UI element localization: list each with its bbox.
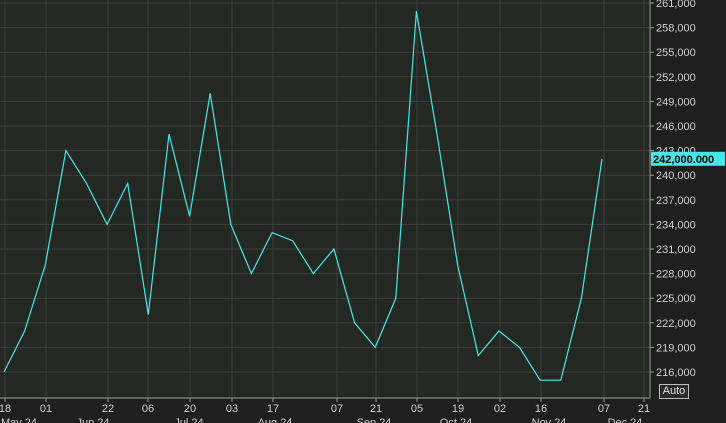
y-tick-label: 255,000	[656, 47, 696, 59]
data-point	[24, 330, 26, 332]
x-tick-label: 19	[452, 403, 464, 415]
x-tick-label: 05	[411, 403, 423, 415]
y-tick-label: 231,000	[656, 244, 696, 256]
data-point	[457, 264, 459, 266]
data-point	[189, 215, 191, 217]
x-tick-label: 17	[267, 403, 279, 415]
y-tick-label: 219,000	[656, 342, 696, 354]
data-point	[477, 355, 479, 357]
data-point	[292, 240, 294, 242]
data-point	[580, 297, 582, 299]
x-tick-label: 22	[102, 403, 114, 415]
data-point	[106, 223, 108, 225]
y-tick-label: 216,000	[656, 367, 696, 379]
x-tick-label: 03	[226, 403, 238, 415]
x-month-label: Nov 24	[532, 417, 567, 423]
data-point	[209, 92, 211, 94]
y-tick-label: 234,000	[656, 219, 696, 231]
y-tick-label: 246,000	[656, 121, 696, 133]
last-value-label: 242,000.000	[653, 154, 714, 166]
x-month-label: Jul 24	[174, 417, 203, 423]
data-point	[539, 379, 541, 381]
x-tick-label: 16	[535, 403, 547, 415]
x-tick-label: 21	[370, 403, 382, 415]
data-point	[65, 150, 67, 152]
y-tick-label: 237,000	[656, 195, 696, 207]
auto-scale-button[interactable]: Auto	[659, 384, 689, 399]
x-month-label: Dec 24	[608, 417, 643, 423]
x-tick-label: 20	[184, 403, 196, 415]
data-point	[374, 346, 376, 348]
x-month-label: Aug 24	[258, 417, 293, 423]
data-point	[271, 232, 273, 234]
data-point	[127, 182, 129, 184]
data-point	[415, 10, 417, 12]
x-month-label: Oct 24	[440, 417, 472, 423]
data-point	[168, 133, 170, 135]
y-tick-label: 225,000	[656, 293, 696, 305]
y-tick-label: 240,000	[656, 170, 696, 182]
x-tick-label: 06	[142, 403, 154, 415]
x-tick-label: 01	[40, 403, 52, 415]
x-tick-label: 02	[494, 403, 506, 415]
data-point	[560, 379, 562, 381]
data-point	[230, 223, 232, 225]
x-tick-label: 07	[598, 403, 610, 415]
y-tick-label: 249,000	[656, 96, 696, 108]
last-value-marker: 242,000.000	[651, 151, 725, 166]
data-point	[354, 322, 356, 324]
plot-area	[0, 0, 650, 398]
data-point	[250, 273, 252, 275]
y-tick-label: 252,000	[656, 72, 696, 84]
y-tick-label: 228,000	[656, 269, 696, 281]
data-point	[312, 273, 314, 275]
data-point	[3, 371, 5, 373]
data-point	[395, 297, 397, 299]
y-tick-label: 222,000	[656, 318, 696, 330]
x-month-label: May 24	[1, 417, 37, 423]
data-point	[44, 264, 46, 266]
data-point	[519, 346, 521, 348]
x-tick-label: 18	[0, 403, 11, 415]
data-point	[85, 182, 87, 184]
x-tick-label: 21	[638, 403, 650, 415]
y-tick-label: 261,000	[656, 0, 696, 10]
x-month-label: Jun 24	[76, 417, 109, 423]
data-point	[333, 248, 335, 250]
data-point	[601, 158, 603, 160]
data-point	[436, 133, 438, 135]
x-tick-label: 07	[331, 403, 343, 415]
y-tick-label: 258,000	[656, 23, 696, 35]
x-month-label: Sep 24	[357, 417, 392, 423]
data-point	[498, 330, 500, 332]
line-chart: 216,000 219,000 222,000 225,000 228,000 231,0…	[0, 0, 726, 423]
data-point	[147, 314, 149, 316]
